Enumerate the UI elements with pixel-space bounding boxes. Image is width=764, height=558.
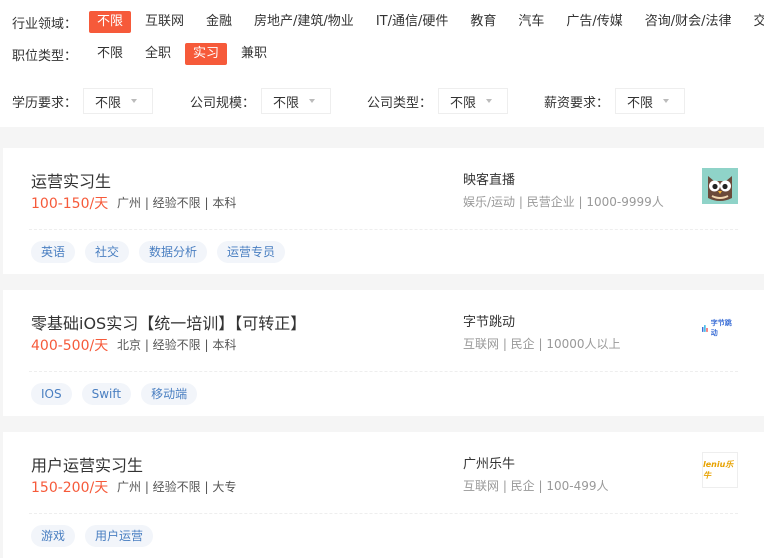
job-tag[interactable]: 运营专员 — [217, 241, 286, 263]
industry-option-transport[interactable]: 交 — [746, 11, 764, 33]
job-title[interactable]: 运营实习生 — [31, 168, 111, 192]
job-tag[interactable]: IOS — [31, 383, 72, 405]
select-filter-row: 学历要求： 不限 公司规模： 不限 公司类型： 不限 薪资要求： 不限 — [0, 88, 764, 114]
job-type-options: 不限 全职 实习 兼职 — [89, 43, 281, 65]
company-name[interactable]: 字节跳动 — [463, 311, 515, 330]
leniu-logo-text: leniu乐牛 — [703, 460, 734, 480]
job-type-filter-row: 职位类型： 不限 全职 实习 兼职 — [0, 42, 764, 66]
job-tag[interactable]: 英语 — [31, 241, 76, 263]
bytedance-logo-icon[interactable]: 字节跳动 — [702, 310, 738, 346]
company-name[interactable]: 广州乐牛 — [463, 453, 515, 472]
industry-option-real-estate[interactable]: 房地产/建筑/物业 — [246, 11, 362, 33]
job-meta: 广州 | 经验不限 | 大专 — [117, 480, 237, 494]
card-divider — [29, 371, 738, 372]
education-filter: 学历要求： 不限 — [12, 88, 154, 114]
company-size-filter: 公司规模： 不限 — [190, 88, 332, 114]
job-salary: 400-500/天 — [31, 338, 109, 354]
company-size-filter-label: 公司规模： — [190, 95, 256, 111]
industry-options: 不限 互联网 金融 房地产/建筑/物业 IT/通信/硬件 教育 汽车 广告/传媒… — [89, 11, 764, 33]
company-meta: 娱乐/运动 | 民营企业 | 1000-9999人 — [463, 195, 664, 209]
job-salary: 100-150/天 — [31, 196, 109, 212]
salary-filter: 薪资要求： 不限 — [544, 88, 686, 114]
job-meta: 广州 | 经验不限 | 本科 — [117, 196, 237, 210]
industry-option-media[interactable]: 广告/传媒 — [558, 11, 630, 33]
industry-filter-row: 行业领域： 不限 互联网 金融 房地产/建筑/物业 IT/通信/硬件 教育 汽车… — [0, 10, 764, 34]
salary-filter-label: 薪资要求： — [544, 95, 610, 111]
caret-down-icon — [486, 99, 493, 103]
job-tag[interactable]: 社交 — [85, 241, 130, 263]
job-tag[interactable]: 游戏 — [31, 525, 76, 547]
job-tags: IOS Swift 移动端 — [31, 383, 207, 405]
industry-option-auto[interactable]: 汽车 — [510, 11, 552, 33]
job-tags: 英语 社交 数据分析 运营专员 — [31, 241, 295, 263]
job-tag[interactable]: 移动端 — [141, 383, 198, 405]
education-filter-label: 学历要求： — [12, 95, 78, 111]
job-card[interactable]: 零基础iOS实习【统一培训】【可转正】 400-500/天 北京 | 经验不限 … — [3, 290, 764, 416]
job-type-filter-label: 职位类型： — [12, 48, 78, 64]
company-name[interactable]: 映客直播 — [463, 169, 515, 188]
caret-down-icon — [663, 99, 670, 103]
education-select-value: 不限 — [95, 95, 122, 111]
job-tag[interactable]: 数据分析 — [139, 241, 208, 263]
job-type-option-unlimited[interactable]: 不限 — [89, 43, 131, 65]
job-type-option-parttime[interactable]: 兼职 — [233, 43, 275, 65]
company-type-select-value: 不限 — [450, 95, 477, 111]
filter-panel: 行业领域： 不限 互联网 金融 房地产/建筑/物业 IT/通信/硬件 教育 汽车… — [0, 0, 764, 127]
job-salary: 150-200/天 — [31, 480, 109, 496]
card-divider — [29, 513, 738, 514]
company-size-select-value: 不限 — [273, 95, 300, 111]
job-tag[interactable]: Swift — [81, 383, 132, 405]
job-title[interactable]: 用户运营实习生 — [31, 452, 143, 476]
caret-down-icon — [309, 99, 316, 103]
card-divider — [29, 229, 738, 230]
owl-logo-icon[interactable] — [702, 168, 738, 204]
job-card[interactable]: 用户运营实习生 150-200/天 广州 | 经验不限 | 大专 广州乐牛 互联… — [3, 432, 764, 558]
industry-option-internet[interactable]: 互联网 — [137, 11, 192, 33]
industry-option-unlimited[interactable]: 不限 — [89, 11, 132, 33]
job-title[interactable]: 零基础iOS实习【统一培训】【可转正】 — [31, 310, 306, 334]
job-meta: 北京 | 经验不限 | 本科 — [117, 338, 237, 352]
caret-down-icon — [131, 99, 138, 103]
job-type-option-internship[interactable]: 实习 — [185, 43, 228, 65]
salary-select-value: 不限 — [627, 95, 654, 111]
industry-filter-label: 行业领域： — [12, 16, 78, 32]
industry-option-consulting[interactable]: 咨询/财会/法律 — [637, 11, 740, 33]
company-type-filter: 公司类型： 不限 — [367, 88, 509, 114]
company-type-select[interactable]: 不限 — [438, 88, 509, 114]
industry-option-finance[interactable]: 金融 — [198, 11, 240, 33]
job-card[interactable]: 运营实习生 100-150/天 广州 | 经验不限 | 本科 映客直播 娱乐/运… — [3, 148, 764, 274]
leniu-logo-icon[interactable]: leniu乐牛 — [702, 452, 738, 488]
company-meta: 互联网 | 民企 | 100-499人 — [463, 479, 609, 493]
job-tag[interactable]: 用户运营 — [85, 525, 154, 547]
company-type-filter-label: 公司类型： — [367, 95, 433, 111]
company-meta: 互联网 | 民企 | 10000人以上 — [463, 337, 621, 351]
bytedance-logo-text: 字节跳动 — [710, 319, 732, 337]
salary-select[interactable]: 不限 — [615, 88, 686, 114]
job-type-option-fulltime[interactable]: 全职 — [137, 43, 179, 65]
industry-option-it[interactable]: IT/通信/硬件 — [368, 11, 457, 33]
company-size-select[interactable]: 不限 — [261, 88, 332, 114]
education-select[interactable]: 不限 — [83, 88, 154, 114]
industry-option-education[interactable]: 教育 — [462, 11, 504, 33]
job-tags: 游戏 用户运营 — [31, 525, 163, 547]
